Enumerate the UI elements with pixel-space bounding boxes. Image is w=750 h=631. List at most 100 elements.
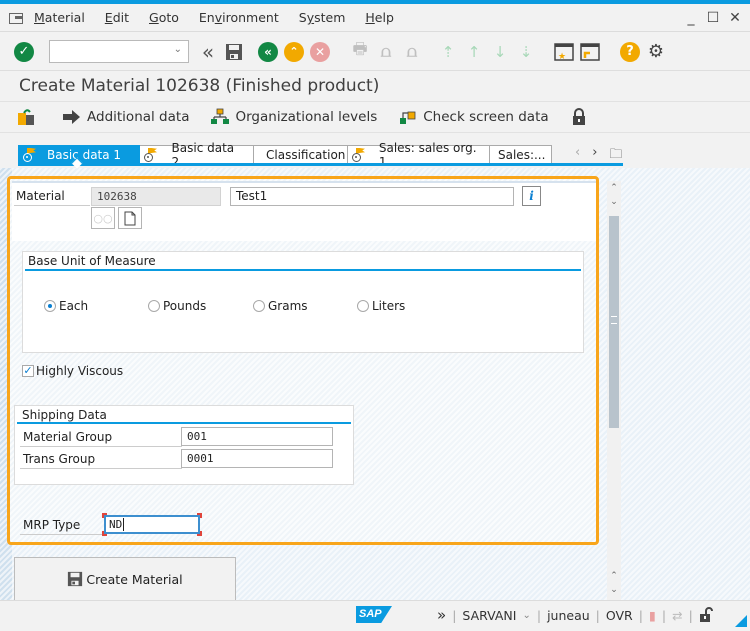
tab-status-icon: [144, 147, 158, 162]
radio-unselected-icon[interactable]: [148, 300, 160, 312]
tab-basic-data-2[interactable]: Basic data 2: [140, 141, 254, 169]
focus-corner: [102, 531, 107, 536]
material-description-input[interactable]: Test1: [230, 187, 514, 206]
tab-sales-more[interactable]: Sales:...: [490, 145, 552, 164]
page-title: Create Material 102638 (Finished product…: [19, 76, 380, 96]
tab-classification[interactable]: Classification: [254, 145, 348, 164]
focus-corner: [197, 531, 202, 536]
checkbox-checked-icon[interactable]: ✓: [22, 365, 34, 377]
material-group-label: Material Group: [23, 430, 113, 444]
print-icon[interactable]: 🖶: [349, 39, 371, 63]
system-menu-icon[interactable]: [9, 12, 25, 24]
radio-grams[interactable]: Grams: [253, 299, 308, 313]
input-mode[interactable]: OVR: [606, 608, 633, 623]
scroll-down-icon[interactable]: ⌄: [607, 585, 621, 595]
material-group-input[interactable]: 001: [181, 427, 333, 446]
radio-unselected-icon[interactable]: [357, 300, 369, 312]
group-title-underline: [25, 269, 581, 271]
organizational-levels-button[interactable]: Organizational levels: [211, 108, 377, 126]
radio-liters[interactable]: Liters: [357, 299, 405, 313]
glasses-icon: ○○: [93, 211, 113, 225]
create-shortcut-icon[interactable]: [579, 41, 601, 63]
switch-icon-button[interactable]: [17, 108, 41, 126]
create-material-button[interactable]: Create Material: [14, 557, 236, 600]
find-icon[interactable]: ⩍: [375, 41, 397, 63]
label-underline: [20, 446, 182, 447]
scroll-up-icon[interactable]: ⌃: [607, 183, 621, 193]
exit-icon[interactable]: ⌃: [283, 41, 305, 63]
text-cursor: [123, 518, 125, 531]
next-page-icon[interactable]: ↓: [489, 41, 511, 63]
menu-material[interactable]: Material: [34, 10, 85, 25]
help-icon[interactable]: ?: [619, 41, 641, 63]
performance-icon: ▮: [648, 607, 656, 623]
mrp-type-input[interactable]: ND: [102, 513, 202, 536]
chevron-down-icon[interactable]: ⌄: [522, 610, 530, 621]
focus-corner: [197, 513, 202, 518]
tab-strip: Basic data 1 Basic data 2 Classification…: [18, 141, 552, 169]
command-input[interactable]: [50, 41, 170, 61]
tab-sales-org-1[interactable]: Sales: sales org. 1: [348, 141, 490, 169]
minimize-button[interactable]: _: [684, 10, 698, 26]
document-icon: [124, 211, 136, 225]
info-icon: i: [529, 189, 534, 203]
material-number-field: 102638: [91, 187, 221, 206]
chevron-down-icon[interactable]: ⌄: [174, 44, 182, 55]
previous-page-icon[interactable]: ↑: [463, 41, 485, 63]
material-label: Material: [16, 189, 65, 203]
scroll-thumb[interactable]: [609, 216, 619, 428]
additional-data-button[interactable]: Additional data: [63, 109, 189, 125]
unlock-icon[interactable]: [699, 607, 713, 623]
scroll-up-icon[interactable]: ⌃: [607, 571, 621, 581]
client-name: juneau: [547, 607, 590, 623]
command-field[interactable]: ⌄: [49, 40, 189, 63]
svg-text:★: ★: [558, 52, 566, 61]
status-info: » | SARVANI ⌄ | juneau | OVR | ▮ | ⇄ |: [437, 606, 713, 624]
maximize-button[interactable]: ☐: [706, 10, 720, 26]
resize-grip-icon[interactable]: [735, 615, 747, 627]
menu-environment[interactable]: Environment: [199, 10, 279, 25]
back-all-icon[interactable]: «: [197, 40, 219, 64]
focus-corner: [102, 513, 107, 518]
enter-icon[interactable]: ✓: [13, 41, 35, 63]
customize-layout-icon[interactable]: ⚙: [645, 41, 667, 63]
radio-unselected-icon[interactable]: [253, 300, 265, 312]
trans-group-input[interactable]: 0001: [181, 449, 333, 468]
menu-help[interactable]: Help: [365, 10, 394, 25]
system-toolbar: ✓ ⌄ « « ⌃ ✕ 🖶 ⩍ ⩍ ⇡ ↑ ↓ ⇣ ★ ? ⚙: [0, 33, 750, 71]
tab-underline: [18, 163, 623, 166]
new-session-icon[interactable]: ★: [553, 41, 575, 63]
find-next-icon[interactable]: ⩍: [401, 41, 423, 63]
tab-status-icon: [23, 147, 37, 162]
highly-viscous-checkbox[interactable]: ✓ Highly Viscous: [22, 364, 123, 378]
trans-group-label: Trans Group: [23, 452, 96, 466]
radio-each[interactable]: Each: [44, 299, 88, 313]
info-button[interactable]: i: [522, 186, 541, 206]
back-icon[interactable]: «: [257, 41, 279, 63]
close-button[interactable]: ✕: [728, 10, 742, 26]
vertical-scrollbar[interactable]: ⌃ ⌄ ⌃ ⌄: [607, 181, 621, 600]
radio-pounds[interactable]: Pounds: [148, 299, 206, 313]
cancel-icon[interactable]: ✕: [309, 41, 331, 63]
label-underline: [20, 534, 104, 535]
grip-icon: [611, 316, 617, 324]
radio-selected-icon[interactable]: [44, 300, 56, 312]
group-title-underline: [17, 422, 351, 424]
menu-goto[interactable]: Goto: [149, 10, 179, 25]
shipping-data-title: Shipping Data: [22, 408, 107, 422]
menu-edit[interactable]: Edit: [105, 10, 129, 25]
display-button[interactable]: ○○: [91, 207, 115, 229]
lock-button[interactable]: [571, 108, 593, 126]
separator: |: [661, 607, 667, 623]
expand-status-icon[interactable]: »: [437, 606, 446, 624]
first-page-icon[interactable]: ⇡: [437, 41, 459, 63]
save-icon[interactable]: [223, 41, 245, 63]
last-page-icon[interactable]: ⇣: [515, 41, 537, 63]
menu-bar: Material Edit Goto Environment System He…: [0, 4, 750, 32]
create-document-button[interactable]: [118, 207, 142, 229]
scroll-down-icon[interactable]: ⌄: [607, 197, 621, 207]
check-screen-data-button[interactable]: Check screen data: [399, 108, 549, 126]
save-icon: [68, 571, 83, 587]
menu-system[interactable]: System: [299, 10, 346, 25]
system-name: SARVANI: [462, 607, 517, 623]
